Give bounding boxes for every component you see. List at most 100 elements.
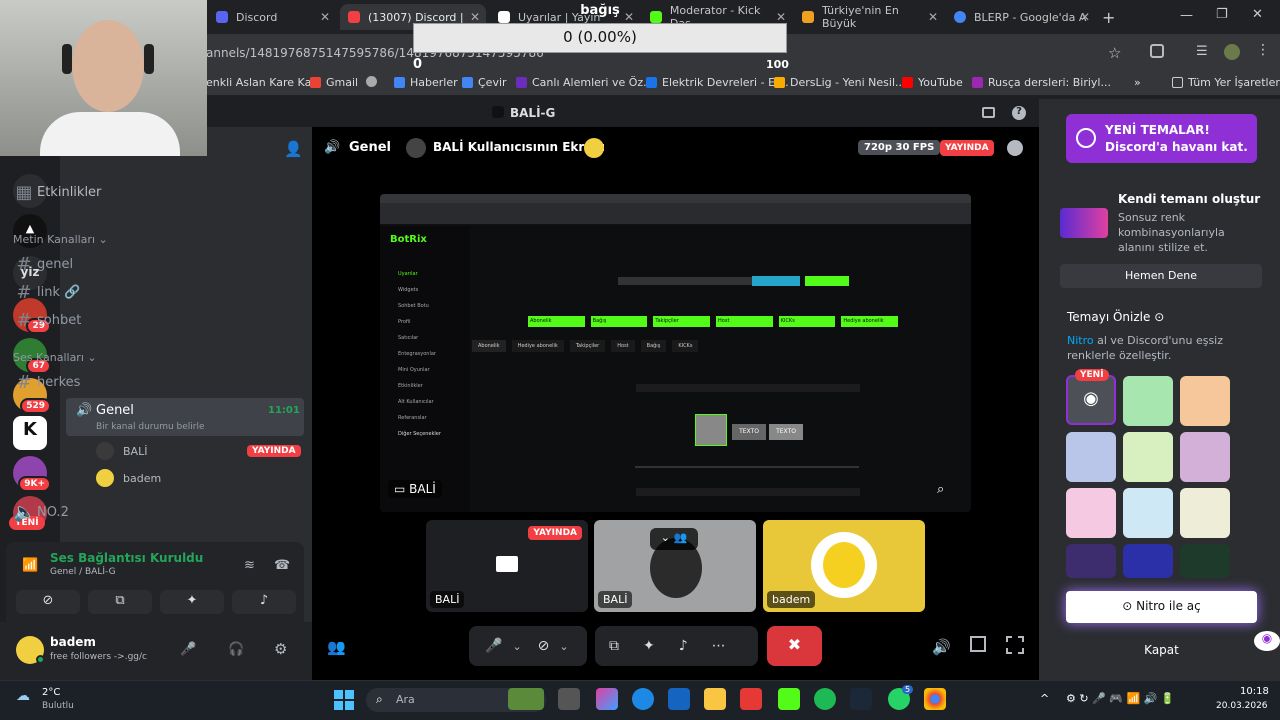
- theme-swatch[interactable]: [1180, 376, 1230, 426]
- pop-out-icon[interactable]: [970, 636, 986, 652]
- bookmark-item[interactable]: enkli Aslan Kare Ka...: [206, 76, 322, 89]
- bookmark-canli[interactable]: Canlı Alemleri ve Öz...: [516, 76, 654, 89]
- more-bookmarks-icon[interactable]: »: [1134, 76, 1141, 89]
- close-tab-icon[interactable]: ✕: [1080, 10, 1090, 24]
- text-channels-category[interactable]: Metin Kanalları ⌄: [13, 233, 108, 246]
- camera-off-icon[interactable]: ⊘: [538, 638, 550, 654]
- more-icon[interactable]: ⋯: [712, 638, 726, 654]
- member-name[interactable]: BALİ: [123, 445, 147, 458]
- bookmark-star-icon[interactable]: ☆: [1108, 44, 1121, 62]
- bookmark-gmail[interactable]: Gmail: [310, 76, 358, 89]
- bookmark-youtube[interactable]: YouTube: [902, 76, 963, 89]
- theme-swatch[interactable]: [1123, 488, 1173, 538]
- chat-icon[interactable]: [1007, 140, 1023, 156]
- tab-google[interactable]: BLERP - Google'da A ✕: [946, 4, 1096, 30]
- maximize-icon[interactable]: ❐: [1216, 7, 1228, 22]
- events-item[interactable]: ▦ Etkinlikler: [13, 180, 243, 204]
- shared-screen[interactable]: BotRix Uyarılar Widgets Sohbet Botu Prof…: [380, 194, 971, 512]
- try-now-button[interactable]: Hemen Dene: [1060, 264, 1262, 288]
- end-stream-button[interactable]: ✖: [767, 626, 822, 666]
- channel-sohbet[interactable]: # sohbet: [13, 308, 243, 332]
- app-icon[interactable]: [778, 688, 800, 710]
- bookmark-haberler[interactable]: Haberler: [394, 76, 458, 89]
- settings-gear-icon[interactable]: ⚙: [274, 640, 287, 658]
- store-icon[interactable]: [668, 688, 690, 710]
- participant-tile[interactable]: YAYINDA BALİ: [426, 520, 588, 612]
- theme-swatch[interactable]: [1123, 544, 1173, 578]
- profile-avatar[interactable]: [1224, 44, 1240, 60]
- unlock-with-nitro-button[interactable]: ⊙ Nitro ile aç: [1066, 591, 1257, 623]
- microphone-icon[interactable]: 🎤: [180, 642, 196, 657]
- start-icon[interactable]: [334, 690, 354, 710]
- app-icon[interactable]: [740, 688, 762, 710]
- close-panel-button[interactable]: Kapat: [1066, 640, 1257, 664]
- activities-button[interactable]: ✦: [160, 590, 224, 614]
- inbox-icon[interactable]: [982, 107, 995, 118]
- spotify-icon[interactable]: [814, 688, 836, 710]
- zoom-icon[interactable]: ⌕: [937, 482, 944, 497]
- participant-tile[interactable]: ⌄ 👥 BALİ: [594, 520, 756, 612]
- theme-swatch[interactable]: [1180, 488, 1230, 538]
- close-window-icon[interactable]: ✕: [1252, 7, 1263, 22]
- camera-off-button[interactable]: ⊘: [16, 590, 80, 614]
- search-highlight-icon[interactable]: [508, 688, 544, 710]
- task-view-icon[interactable]: [558, 688, 580, 710]
- theme-swatch[interactable]: [1123, 432, 1173, 482]
- screen-share-button[interactable]: ⧉: [88, 590, 152, 614]
- theme-swatch[interactable]: [1066, 544, 1116, 578]
- noise-suppression-icon[interactable]: ≋: [244, 558, 255, 573]
- tab-turkiye[interactable]: Türkiye'nin En Büyük ✕: [794, 4, 944, 30]
- weather-temp[interactable]: 2°C: [42, 687, 60, 698]
- disconnect-icon[interactable]: ☎: [274, 558, 290, 573]
- volume-icon[interactable]: 🔊: [932, 638, 951, 656]
- clock-time[interactable]: 10:18: [1240, 686, 1269, 697]
- file-explorer-icon[interactable]: [704, 688, 726, 710]
- member-name[interactable]: badem: [123, 472, 161, 485]
- add-friend-icon[interactable]: 👤: [284, 140, 303, 158]
- theme-swatch[interactable]: [1066, 488, 1116, 538]
- steam-icon[interactable]: [850, 688, 872, 710]
- voice-channel-path[interactable]: Genel / BALİ-G: [50, 567, 116, 577]
- channel-no2[interactable]: 🔈 NO.2: [13, 500, 243, 524]
- bookmark-derslig[interactable]: DersLig - Yeni Nesil...: [774, 76, 906, 89]
- chevron-down-icon[interactable]: ⌄: [559, 640, 568, 653]
- soundboard-icon[interactable]: ♪: [679, 638, 688, 654]
- theme-swatch[interactable]: [1123, 376, 1173, 426]
- close-tab-icon[interactable]: ✕: [928, 10, 938, 24]
- browser-menu-icon[interactable]: ⋮: [1256, 42, 1270, 58]
- chrome-icon[interactable]: [924, 688, 946, 710]
- channel-link[interactable]: # link 🔗: [13, 280, 243, 304]
- bookmark-cevir[interactable]: Çevir: [462, 76, 507, 89]
- channel-herkes[interactable]: # herkes: [13, 370, 243, 394]
- fullscreen-icon[interactable]: [1006, 636, 1024, 654]
- tray-chevron-icon[interactable]: ^: [1040, 692, 1049, 705]
- nitro-floating-icon[interactable]: ◉: [1254, 631, 1280, 651]
- tray-icons[interactable]: ⚙ ↻ 🎤 🎮 📶 🔊 🔋: [1066, 692, 1175, 705]
- minimize-icon[interactable]: —: [1180, 8, 1193, 23]
- edge-icon[interactable]: [632, 688, 654, 710]
- help-icon[interactable]: ?: [1012, 106, 1026, 120]
- server-icon[interactable]: K: [13, 416, 47, 450]
- reading-list-icon[interactable]: ☰: [1196, 44, 1208, 59]
- tile-options-button[interactable]: ⌄ 👥: [650, 528, 698, 550]
- channel-genel[interactable]: # genel: [13, 252, 243, 276]
- activities-icon[interactable]: ✦: [643, 638, 655, 654]
- copilot-icon[interactable]: [596, 688, 618, 710]
- custom-theme-swatch[interactable]: ◉: [1066, 375, 1116, 425]
- screen-share-icon[interactable]: ⧉: [609, 638, 619, 654]
- tab-discord[interactable]: Discord ✕: [208, 4, 336, 30]
- server-icon[interactable]: 9K+: [13, 456, 51, 492]
- bookmark-rusca[interactable]: Rusça dersleri: Biriyl...: [972, 76, 1111, 89]
- voice-channels-category[interactable]: Ses Kanalları ⌄: [13, 351, 97, 364]
- bookmark-globe[interactable]: [366, 76, 382, 87]
- theme-swatch[interactable]: [1180, 544, 1230, 578]
- participant-tile[interactable]: badem: [763, 520, 925, 612]
- close-tab-icon[interactable]: ✕: [320, 10, 330, 24]
- bookmark-elektrik[interactable]: Elektrik Devreleri - El...: [646, 76, 789, 89]
- extensions-icon[interactable]: [1150, 44, 1164, 58]
- theme-swatch[interactable]: [1180, 432, 1230, 482]
- bookmarks-folder[interactable]: Tüm Yer İşaretleri: [1172, 76, 1280, 89]
- new-tab-icon[interactable]: +: [1102, 8, 1115, 27]
- signal-icon[interactable]: 📶: [22, 558, 38, 573]
- microphone-icon[interactable]: 🎤: [485, 638, 502, 654]
